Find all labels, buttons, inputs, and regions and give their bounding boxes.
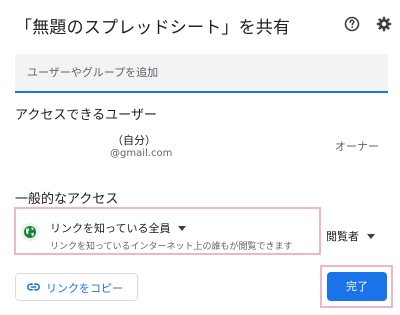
- done-button[interactable]: 完了: [327, 272, 387, 301]
- access-users-heading: アクセスできるユーザー: [15, 108, 157, 123]
- general-access-heading: 一般的なアクセス: [15, 192, 119, 207]
- globe-icon: [21, 223, 39, 241]
- user-name: （自分）: [112, 134, 156, 147]
- link-access-description: リンクを知っているインターネット上の誰もが閲覧できます: [50, 242, 293, 252]
- role-value: 閲覧者: [326, 230, 359, 243]
- link-icon: [27, 283, 40, 291]
- copy-link-button[interactable]: リンクをコピー: [15, 273, 138, 301]
- done-button-highlight: 完了: [320, 265, 393, 308]
- add-people-input[interactable]: [15, 54, 388, 93]
- copy-link-label: リンクをコピー: [46, 282, 123, 295]
- help-icon[interactable]: [344, 16, 360, 32]
- user-role: オーナー: [335, 140, 379, 153]
- link-access-value: リンクを知っている全員: [50, 222, 171, 235]
- user-row: （自分） @gmail.com オーナー: [0, 130, 400, 164]
- gear-icon[interactable]: [376, 16, 392, 32]
- share-dialog: 「無題のスプレッドシート」を共有 アクセスできるユーザー （自分） @gmail…: [0, 0, 400, 315]
- link-access-dropdown[interactable]: リンクを知っている全員: [50, 220, 187, 236]
- role-dropdown[interactable]: 閲覧者: [326, 228, 375, 244]
- user-email: @gmail.com: [110, 148, 173, 159]
- chevron-down-icon: [178, 221, 187, 234]
- dialog-title: 「無題のスプレッドシート」を共有: [15, 18, 291, 38]
- general-access-box: リンクを知っている全員 リンクを知っているインターネット上の誰もが閲覧できます: [14, 207, 321, 255]
- chevron-down-icon: [367, 229, 375, 242]
